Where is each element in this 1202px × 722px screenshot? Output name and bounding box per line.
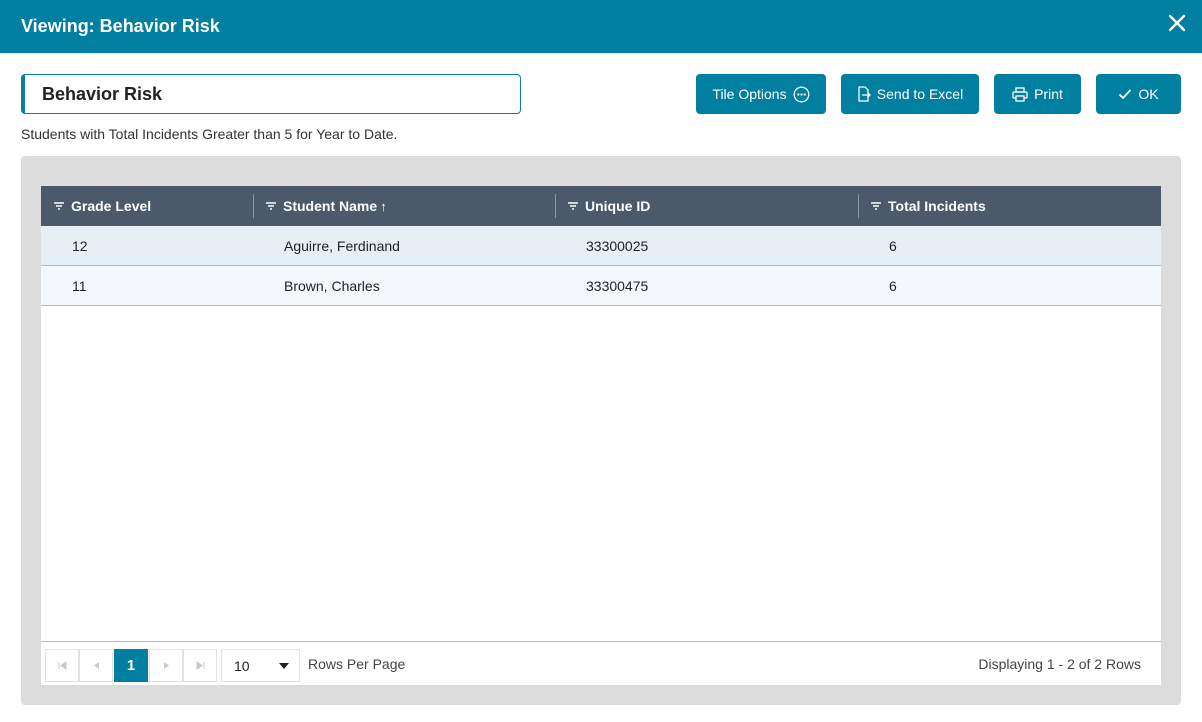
filter-icon — [54, 202, 64, 210]
column-header-unique-id[interactable]: Unique ID — [567, 186, 650, 226]
column-divider[interactable] — [858, 194, 859, 218]
chevron-down-icon — [279, 663, 289, 669]
dialog-title-bar: Viewing: Behavior Risk — [0, 0, 1202, 53]
cell-total-incidents: 6 — [889, 238, 897, 254]
more-options-icon — [793, 86, 810, 102]
last-page-icon — [196, 661, 204, 670]
ok-label: OK — [1138, 86, 1159, 102]
grid-header: Grade Level Student Name ↑ Unique ID Tot… — [41, 186, 1161, 226]
tile-title-input[interactable] — [21, 74, 521, 114]
column-header-student-name[interactable]: Student Name ↑ — [265, 186, 387, 226]
cell-student-name: Aguirre, Ferdinand — [284, 238, 400, 254]
cell-grade-level: 12 — [72, 238, 88, 254]
first-page-button[interactable] — [45, 649, 79, 682]
dialog-title: Viewing: Behavior Risk — [21, 16, 220, 36]
first-page-icon — [58, 661, 66, 670]
filter-icon — [266, 202, 276, 210]
print-label: Print — [1034, 86, 1063, 102]
previous-page-icon — [93, 662, 99, 669]
column-header-total-incidents[interactable]: Total Incidents — [870, 186, 986, 226]
last-page-button[interactable] — [183, 649, 217, 682]
tile-options-label: Tile Options — [712, 86, 787, 102]
rows-per-page-select[interactable]: 10 — [221, 649, 300, 682]
table-row[interactable]: 11 Brown, Charles 33300475 6 — [41, 266, 1161, 306]
close-icon — [1168, 14, 1186, 32]
print-button[interactable]: Print — [994, 74, 1081, 114]
results-grid: Grade Level Student Name ↑ Unique ID Tot… — [41, 186, 1161, 685]
page-number-button[interactable]: 1 — [114, 649, 148, 682]
column-divider[interactable] — [555, 194, 556, 218]
previous-page-button[interactable] — [79, 649, 113, 682]
send-to-excel-label: Send to Excel — [876, 86, 964, 102]
column-label: Total Incidents — [888, 198, 986, 214]
ok-button[interactable]: OK — [1096, 74, 1181, 114]
tile-description: Students with Total Incidents Greater th… — [21, 126, 398, 142]
cell-unique-id: 33300475 — [586, 278, 649, 294]
cell-unique-id: 33300025 — [586, 238, 649, 254]
column-label: Grade Level — [71, 198, 152, 214]
tile-options-button[interactable]: Tile Options — [696, 74, 826, 114]
next-page-icon — [163, 662, 169, 669]
close-button[interactable] — [1168, 14, 1186, 32]
next-page-button[interactable] — [149, 649, 183, 682]
row-count-status: Displaying 1 - 2 of 2 Rows — [978, 656, 1141, 672]
cell-student-name: Brown, Charles — [284, 278, 380, 294]
column-divider[interactable] — [253, 194, 254, 218]
grid-panel: Grade Level Student Name ↑ Unique ID Tot… — [21, 156, 1181, 705]
cell-total-incidents: 6 — [889, 278, 897, 294]
table-row[interactable]: 12 Aguirre, Ferdinand 33300025 6 — [41, 226, 1161, 266]
printer-icon — [1012, 86, 1028, 102]
column-header-grade-level[interactable]: Grade Level — [53, 186, 151, 226]
checkmark-icon — [1119, 89, 1132, 100]
sort-ascending-icon: ↑ — [380, 198, 387, 214]
column-label: Student Name — [283, 198, 378, 214]
cell-grade-level: 11 — [72, 278, 87, 294]
export-file-icon — [858, 86, 871, 102]
filter-icon — [871, 202, 881, 210]
send-to-excel-button[interactable]: Send to Excel — [841, 74, 979, 114]
pager: 1 10 Rows Per Page Displaying 1 - 2 of 2… — [41, 641, 1161, 685]
rows-per-page-value: 10 — [234, 657, 250, 674]
column-label: Unique ID — [585, 198, 651, 214]
rows-per-page-label: Rows Per Page — [308, 656, 406, 672]
filter-icon — [568, 202, 578, 210]
